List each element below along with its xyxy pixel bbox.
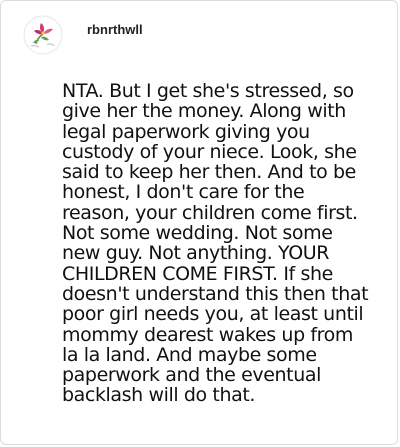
comment-line: reason, your children come first. xyxy=(62,201,358,224)
username[interactable]: rbnrthwll xyxy=(87,22,143,37)
comment-line: new guy. Not anything. YOUR xyxy=(62,242,330,265)
comment-line: backlash will do that. xyxy=(62,384,256,407)
comment-header: rbnrthwll xyxy=(23,15,143,55)
comment-line: give her the money. Along with xyxy=(62,100,346,123)
comment-line: NTA. But I get she's stressed, so xyxy=(62,80,354,102)
comment-line: mommy dearest wakes up from xyxy=(62,323,353,346)
comment-line: honest, I don't care for the xyxy=(62,181,305,204)
comment-line: la la land. And maybe some xyxy=(62,343,317,366)
comment-line: poor girl needs you, at least until xyxy=(62,303,364,326)
comment-line: CHILDREN COME FIRST. If she xyxy=(62,262,333,285)
comment-body: NTA. But I get she's stressed, so give h… xyxy=(62,81,382,406)
flower-avatar-icon[interactable] xyxy=(23,15,63,55)
comment-line: doesn't understand this then that xyxy=(62,282,369,305)
comment-line: paperwork and the eventual xyxy=(62,364,321,387)
comment-line: Not some wedding. Not some xyxy=(62,222,333,245)
comment-line: legal paperwork giving you xyxy=(62,120,310,143)
comment-line: said to keep her then. And to be xyxy=(62,161,356,184)
comment-line: custody of your niece. Look, she xyxy=(62,140,357,163)
comment-card: rbnrthwll NTA. But I get she's stressed,… xyxy=(0,0,398,445)
